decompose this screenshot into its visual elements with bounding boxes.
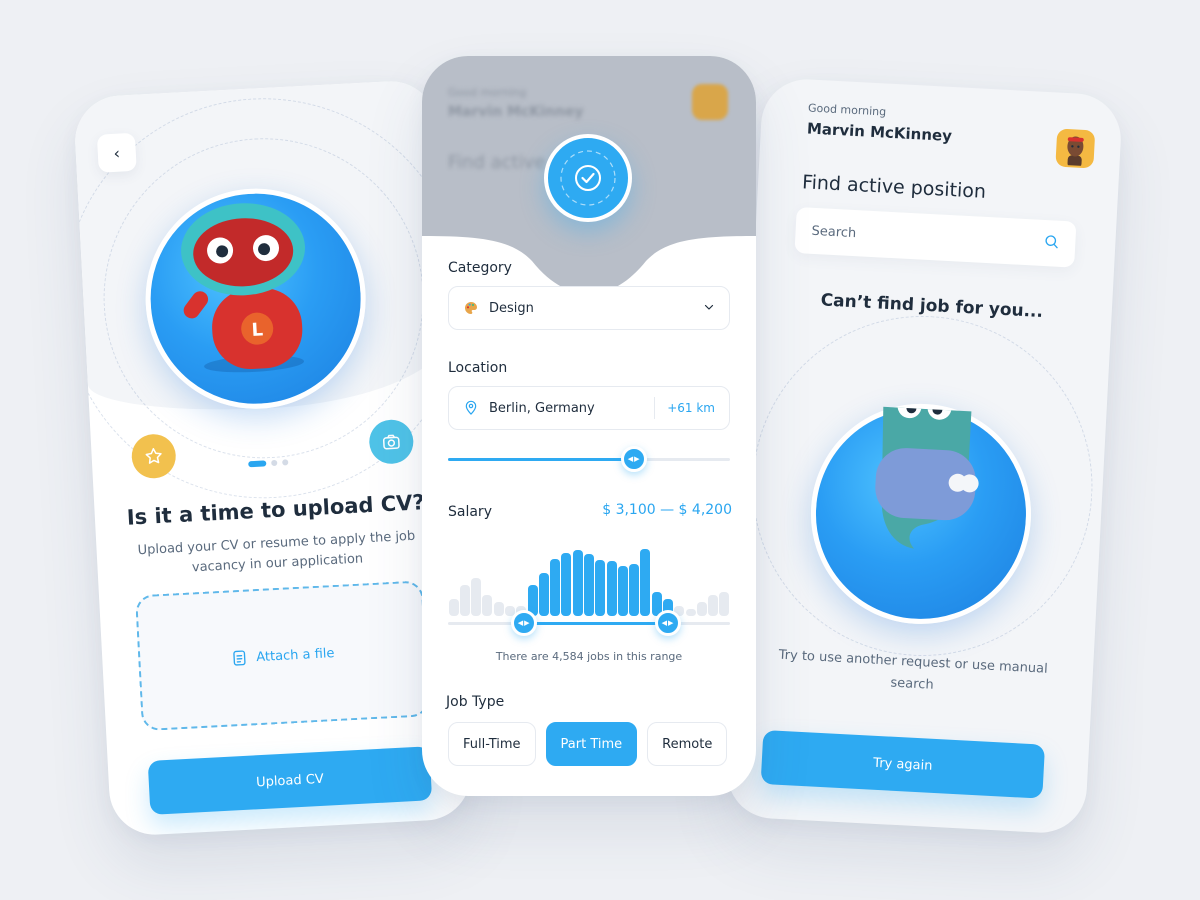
histogram-bar xyxy=(584,554,594,616)
status-badge xyxy=(544,134,632,222)
pager-dot[interactable] xyxy=(282,459,289,466)
blurred-avatar xyxy=(692,84,728,120)
histogram-bar xyxy=(493,602,504,616)
salary-range-value: $ 3,100 — $ 4,200 xyxy=(602,502,732,518)
job-type-chip[interactable]: Full-Time xyxy=(448,722,536,766)
user-avatar-image xyxy=(1067,136,1084,167)
location-label: Location xyxy=(448,360,508,376)
slider-handle-min[interactable]: ◀▶ xyxy=(511,610,538,636)
slider-fill xyxy=(448,458,635,461)
location-value: Berlin, Germany xyxy=(489,400,595,416)
pager-dot[interactable] xyxy=(271,459,278,467)
blurred-user-name: Marvin McKinney xyxy=(448,104,584,120)
greeting: Good morning xyxy=(807,101,887,119)
chevron-down-icon xyxy=(703,301,715,316)
histogram-bar xyxy=(482,595,493,616)
location-pin-icon xyxy=(465,400,477,415)
svg-text:L: L xyxy=(251,319,264,341)
avatar[interactable] xyxy=(1055,128,1096,169)
histogram-bar xyxy=(685,609,696,616)
salary-range-slider[interactable]: ◀▶ ◀▶ xyxy=(448,610,730,636)
histogram-bar xyxy=(719,591,730,616)
histogram-bar xyxy=(595,560,606,616)
attach-file-dropzone[interactable]: Attach a file xyxy=(135,580,430,732)
hero-illustration: L xyxy=(140,183,372,415)
upload-cv-screen: ‹ L Is it a time to upload CV? Upload yo… xyxy=(72,79,474,837)
upload-cv-button[interactable]: Upload CV xyxy=(147,746,433,815)
no-results-screen: Good morning Marvin McKinney Find active… xyxy=(724,77,1124,835)
job-type-chip-selected[interactable]: Part Time xyxy=(545,722,638,766)
try-again-button-label: Try again xyxy=(872,755,933,774)
histogram-bar xyxy=(617,565,628,616)
attach-file-label: Attach a file xyxy=(255,645,335,665)
user-name: Marvin McKinney xyxy=(806,119,953,146)
back-button[interactable]: ‹ xyxy=(96,132,137,173)
salary-label: Salary xyxy=(448,504,492,520)
histogram-bar xyxy=(459,584,470,616)
check-circle-icon xyxy=(560,150,616,206)
histogram-bar xyxy=(538,572,549,616)
search-icon[interactable] xyxy=(1043,233,1060,254)
histogram-bar xyxy=(561,553,572,616)
empty-state-illustration xyxy=(805,398,1037,630)
salary-histogram xyxy=(448,546,730,616)
histogram-bar xyxy=(629,563,640,616)
location-field[interactable]: Berlin, Germany +61 km xyxy=(448,386,730,430)
star-icon xyxy=(145,447,162,464)
search-input[interactable]: Search xyxy=(794,207,1077,268)
histogram-bar xyxy=(448,598,459,616)
category-label: Category xyxy=(448,260,512,276)
ghost-character-illustration xyxy=(875,403,979,549)
job-type-options: Full-Time Part Time Remote xyxy=(448,722,728,766)
histogram-bar xyxy=(606,561,617,616)
filter-screen: Good morning Marvin McKinney Find active… xyxy=(422,56,756,796)
search-placeholder: Search xyxy=(811,223,857,241)
slider-handle-max[interactable]: ◀▶ xyxy=(654,610,681,636)
camera-icon xyxy=(382,434,400,450)
category-select[interactable]: Design xyxy=(448,286,730,330)
histogram-bar xyxy=(572,549,583,616)
histogram-bar xyxy=(708,595,719,616)
pager-dot[interactable] xyxy=(248,460,267,468)
job-type-chip[interactable]: Remote xyxy=(647,722,728,766)
histogram-bar xyxy=(696,602,707,616)
upload-description: Upload your CV or resume to apply the jo… xyxy=(137,528,416,576)
histogram-bar xyxy=(550,558,561,616)
try-again-button[interactable]: Try again xyxy=(760,729,1046,799)
empty-state-description: Try to use another request or use manual… xyxy=(778,647,1049,693)
histogram-bar xyxy=(471,577,482,616)
slider-handle[interactable]: ◀▶ xyxy=(621,446,648,472)
job-type-label: Job Type xyxy=(446,694,505,710)
palette-icon xyxy=(464,302,477,314)
location-radius: +61 km xyxy=(654,397,715,419)
upload-cv-button-label: Upload CV xyxy=(255,771,325,790)
page-title: Find active position xyxy=(801,171,987,203)
histogram-bar xyxy=(640,548,651,616)
blurred-greeting: Good morning xyxy=(448,86,527,99)
chevron-left-icon: ‹ xyxy=(113,143,121,163)
slider-fill xyxy=(524,622,668,625)
robot-character-illustration: L xyxy=(181,203,305,373)
location-radius-slider[interactable]: ◀▶ xyxy=(448,446,730,472)
category-value: Design xyxy=(489,300,534,316)
jobs-count-note: There are 4,584 jobs in this range xyxy=(495,650,683,663)
file-icon xyxy=(233,650,246,666)
